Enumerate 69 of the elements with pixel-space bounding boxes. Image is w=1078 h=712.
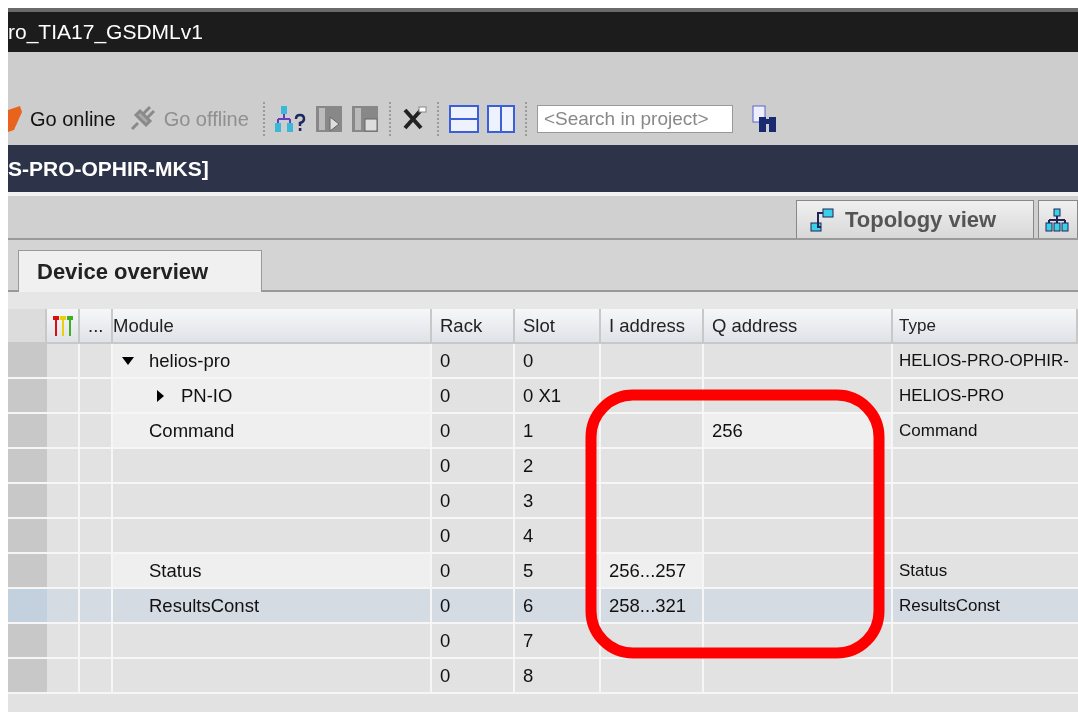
row-header-cell[interactable] (8, 414, 47, 447)
table-row[interactable]: 0 7 (8, 624, 1078, 659)
row-header-cell[interactable] (8, 449, 47, 482)
module-name: ResultsConst (149, 594, 259, 617)
window-title: ro_TIA17_GSDMLv1 (8, 20, 203, 44)
table-cell: 8 (515, 659, 601, 692)
table-row[interactable]: Command 0 1 256 Command (8, 414, 1078, 449)
table-cell: 0 (432, 484, 515, 517)
table-cell: 0 (515, 344, 601, 377)
table-cell: 0 (432, 379, 515, 412)
table-row[interactable]: 0 2 (8, 449, 1078, 484)
row-header-cell[interactable] (8, 659, 47, 692)
table-cell-text: Status (898, 559, 949, 582)
split-vertical-icon[interactable] (486, 105, 515, 133)
table-row[interactable]: 0 8 (8, 659, 1078, 694)
row-header-cell[interactable] (8, 554, 47, 587)
column-header[interactable]: Q address (704, 309, 893, 342)
table-cell: 256...257 (601, 554, 704, 587)
row-header-cell[interactable] (8, 379, 47, 412)
row-header-cell[interactable] (8, 484, 47, 517)
table-cell: 7 (515, 624, 601, 657)
column-header[interactable]: Slot (515, 309, 601, 342)
device-overview-tab[interactable]: Device overview (18, 250, 262, 292)
table-cell: 0 (432, 449, 515, 482)
table-cell: 4 (515, 519, 601, 552)
network-icon (1045, 207, 1069, 232)
table-cell: 0 (432, 624, 515, 657)
table-row[interactable]: PN-IO 0 0 X1 HELIOS-PRO (8, 379, 1078, 414)
table-cell: 1 (515, 414, 601, 447)
table-row[interactable]: ResultsConst 0 6 258...321 ResultsConst (8, 589, 1078, 624)
go-online-button[interactable]: Go online (8, 106, 120, 132)
row-header-cell[interactable] (8, 519, 47, 552)
module-name: PN-IO (181, 384, 233, 407)
table-cell-text: HELIOS-PRO (898, 384, 1005, 407)
row-header-cell[interactable] (8, 624, 47, 657)
table-row[interactable]: helios-pro 0 0 HELIOS-PRO-OPHIR- (8, 344, 1078, 379)
module-name: helios-pro (149, 349, 231, 372)
table-cell: 0 X1 (515, 379, 601, 412)
table-cell-text: Command (898, 419, 979, 442)
column-header[interactable]: Rack (432, 309, 515, 342)
network-help-icon[interactable] (274, 105, 307, 133)
editor-title: S-PRO-OPHIR-MKS] (8, 156, 209, 181)
topology-icon (809, 206, 835, 233)
network-view-button[interactable] (1038, 200, 1078, 238)
column-header[interactable]: Module (113, 309, 432, 342)
topology-view-button[interactable]: Topology view (796, 200, 1034, 238)
column-header[interactable]: Type (893, 309, 1078, 342)
search-field[interactable]: <Search in project> (536, 105, 733, 133)
table-cell-text: HELIOS-PRO-OPHIR- (898, 349, 1071, 372)
table-row[interactable]: 0 3 (8, 484, 1078, 519)
table-cell: 256 (704, 414, 893, 447)
table-row[interactable]: 0 4 (8, 519, 1078, 554)
table-cell: 0 (432, 519, 515, 552)
table-cell: 2 (515, 449, 601, 482)
panel-play-icon[interactable] (314, 105, 343, 133)
module-name: Status (149, 559, 202, 582)
split-horizontal-icon[interactable] (448, 105, 479, 133)
column-header[interactable]: I address (601, 309, 704, 342)
panel-stop-icon[interactable] (350, 105, 379, 133)
row-header-cell[interactable] (8, 589, 47, 622)
table-cell: 0 (432, 659, 515, 692)
table-cell: 0 (432, 554, 515, 587)
row-header-cell[interactable] (8, 344, 47, 377)
column-header[interactable]: ... (80, 309, 113, 342)
table-row[interactable]: Status 0 5 256...257 Status (8, 554, 1078, 589)
table-cell: 0 (432, 414, 515, 447)
table-cell: 3 (515, 484, 601, 517)
module-name: Command (149, 419, 235, 442)
table-cell: 0 (432, 344, 515, 377)
